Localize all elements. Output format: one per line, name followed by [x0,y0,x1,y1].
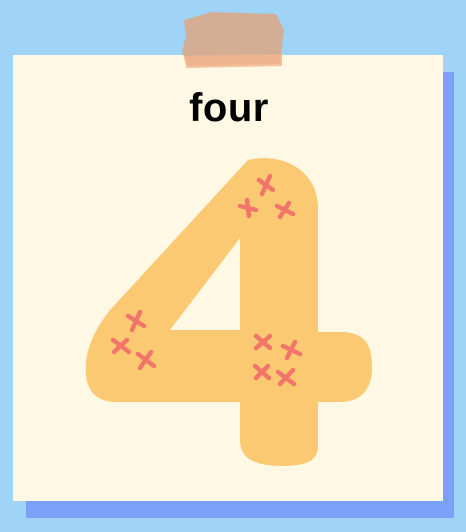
numeral-four-illustration: 4 [85,158,372,466]
numeral-four-shape [85,158,372,466]
flashcard-screen: { "card": { "word": "four", "numeral": "… [0,0,466,532]
